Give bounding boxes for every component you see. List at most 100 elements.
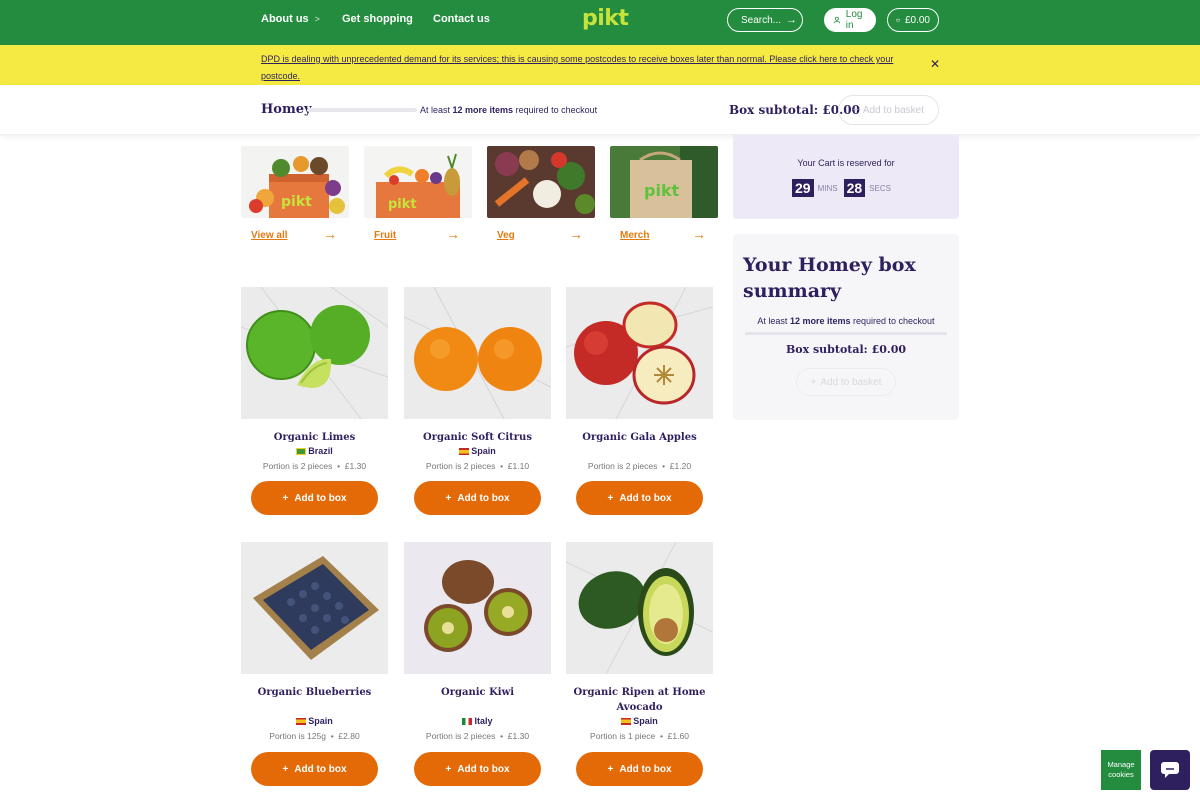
req-suffix: required to checkout <box>853 316 935 326</box>
product-name: Organic Limes <box>273 432 356 443</box>
product-image[interactable] <box>241 542 388 674</box>
product-card: Organic Gala Apples Portion is 2 pieces … <box>566 287 713 527</box>
delivery-notice-link[interactable]: DPD is dealing with unprecedented demand… <box>261 51 933 85</box>
plus-icon: + <box>853 104 859 116</box>
req-count: 12 more items <box>789 316 851 326</box>
portion-label: Portion is 2 pieces <box>425 461 496 471</box>
summary-add-to-basket-button[interactable]: + Add to basket <box>796 368 896 396</box>
login-button[interactable]: Log in <box>824 8 876 32</box>
origin-label: Spain <box>633 716 658 726</box>
top-navigation: About us > Get shopping Contact us pikt S… <box>0 0 1200 45</box>
product-portion: Portion is 2 pieces • £1.30 <box>262 461 367 471</box>
manage-cookies-button[interactable]: Manage cookies <box>1101 750 1141 790</box>
plus-icon: + <box>607 763 614 775</box>
arrow-right-icon: → <box>569 226 583 242</box>
category-fruit[interactable]: pikt Fruit → <box>364 146 472 252</box>
add-to-box-label: Add to box <box>457 492 510 504</box>
add-to-basket-label: Add to basket <box>862 104 924 116</box>
product-image[interactable] <box>566 542 713 674</box>
product-price: £1.30 <box>507 731 530 741</box>
timer-label: Your Cart is reserved for <box>797 158 895 168</box>
svg-text:pikt: pikt <box>281 194 312 210</box>
chat-icon <box>1161 762 1179 778</box>
product-image[interactable] <box>404 287 551 419</box>
nav-about-us[interactable]: About us > <box>261 13 320 25</box>
timer-countdown: 29 MINS 28 SECS <box>792 179 893 197</box>
category-view-all[interactable]: pikt View all → <box>241 146 349 252</box>
req-count: 12 more items <box>452 105 514 115</box>
nav-about-label: About us <box>261 13 309 25</box>
origin-label: Spain <box>308 716 333 726</box>
portion-label: Portion is 125g <box>269 731 326 741</box>
product-card: Organic Soft Citrus Spain Portion is 2 p… <box>404 287 551 527</box>
close-icon[interactable]: ✕ <box>930 57 940 71</box>
pikt-logo[interactable]: pikt <box>582 6 629 31</box>
add-to-box-button[interactable]: + Add to box <box>251 481 378 515</box>
product-name: Organic Gala Apples <box>582 432 697 443</box>
timer-seconds-unit: SECS <box>869 183 891 193</box>
plus-icon: + <box>607 492 614 504</box>
category-label: View all <box>251 230 288 241</box>
add-to-box-label: Add to box <box>457 763 510 775</box>
user-icon <box>833 16 841 24</box>
add-to-box-button[interactable]: + Add to box <box>576 481 703 515</box>
origin-label: Brazil <box>308 446 333 456</box>
chat-button[interactable] <box>1150 750 1190 790</box>
cart-button[interactable]: £0.00 <box>887 8 939 32</box>
add-to-box-button[interactable]: + Add to box <box>414 752 541 786</box>
summary-subtotal: Box subtotal: £0.00 <box>785 343 907 356</box>
product-price: £1.60 <box>667 731 689 741</box>
category-image-veg <box>487 146 595 218</box>
product-origin: Spain <box>566 716 713 726</box>
product-name: Organic Ripen at Home Avocado <box>573 687 706 713</box>
spain-flag-icon <box>296 718 307 726</box>
add-to-box-button[interactable]: + Add to box <box>414 481 541 515</box>
add-to-box-button[interactable]: + Add to box <box>251 752 378 786</box>
product-card: Organic Kiwi Italy Portion is 2 pieces •… <box>404 542 551 786</box>
category-image-view-all: pikt <box>241 146 349 218</box>
nav-contact-us[interactable]: Contact us <box>433 13 490 25</box>
add-to-basket-label: Add to basket <box>820 376 882 388</box>
portion-label: Portion is 2 pieces <box>425 731 496 741</box>
plus-icon: + <box>445 763 452 775</box>
italy-flag-icon <box>462 718 473 726</box>
search-button[interactable]: Search... → <box>727 8 803 32</box>
category-label: Fruit <box>374 230 397 241</box>
plus-icon: + <box>445 492 452 504</box>
plus-icon: + <box>282 763 289 775</box>
category-veg[interactable]: Veg → <box>487 146 595 252</box>
product-name: Organic Soft Citrus <box>423 432 532 443</box>
product-portion: Portion is 2 pieces • £1.20 <box>587 461 692 471</box>
nav-get-shopping[interactable]: Get shopping <box>342 13 413 25</box>
product-price: £2.80 <box>338 731 360 741</box>
spain-flag-icon <box>621 718 632 726</box>
category-image-fruit: pikt <box>364 146 472 218</box>
product-price: £1.30 <box>344 461 367 471</box>
box-name: Homey <box>261 102 312 117</box>
add-to-box-button[interactable]: + Add to box <box>576 752 703 786</box>
summary-items-required: At least 12 more items required to check… <box>733 316 959 326</box>
category-label: Veg <box>497 230 515 241</box>
portion-label: Portion is 2 pieces <box>262 461 333 471</box>
arrow-right-icon: → <box>323 226 337 242</box>
product-price: £1.20 <box>669 461 692 471</box>
add-to-box-label: Add to box <box>619 492 672 504</box>
timer-minutes: 29 <box>792 179 814 197</box>
product-image[interactable] <box>241 287 388 419</box>
add-to-box-label: Add to box <box>294 763 347 775</box>
category-image-merch: pikt <box>610 146 718 218</box>
box-summary-panel: Your Homey box summary At least 12 more … <box>733 234 959 420</box>
product-card: Organic Ripen at Home Avocado Spain Port… <box>566 542 713 786</box>
add-to-basket-button[interactable]: + Add to basket <box>838 95 939 125</box>
product-name: Organic Kiwi <box>441 687 514 698</box>
product-card: Organic Blueberries Spain Portion is 125… <box>241 542 388 786</box>
origin-label: Spain <box>471 446 496 456</box>
product-image[interactable] <box>566 287 713 419</box>
product-card: Organic Limes Brazil Portion is 2 pieces… <box>241 287 388 527</box>
product-image[interactable] <box>404 542 551 674</box>
product-origin: Brazil <box>241 446 388 456</box>
category-merch[interactable]: pikt Merch → <box>610 146 718 252</box>
delivery-notice-banner: DPD is dealing with unprecedented demand… <box>0 45 1200 85</box>
spain-flag-icon <box>459 448 470 456</box>
plus-icon: + <box>282 492 289 504</box>
